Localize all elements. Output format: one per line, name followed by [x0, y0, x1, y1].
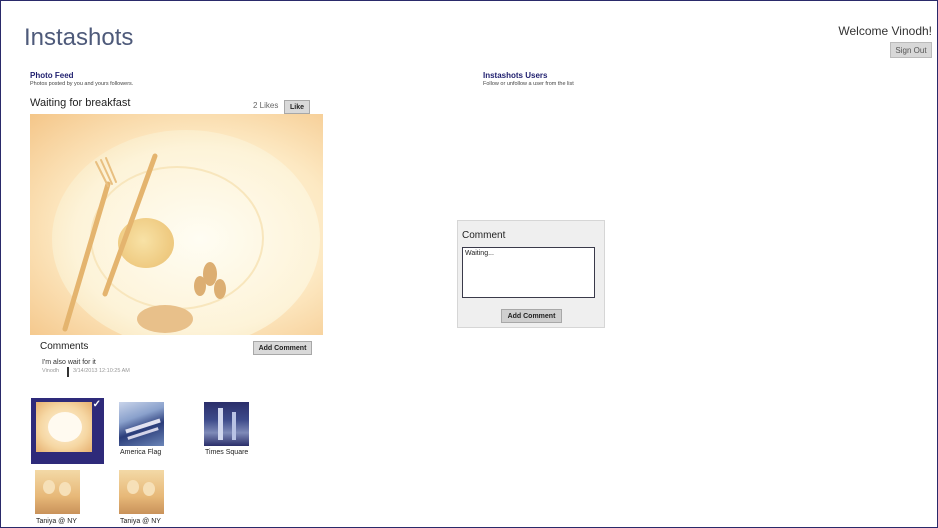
check-icon: ✓ [92, 399, 101, 410]
thumbnail-item[interactable]: ✓ [31, 398, 104, 464]
thumbnail-label: America Flag [120, 449, 162, 456]
comment-divider [67, 367, 69, 377]
photo-feed-title: Photo Feed [30, 71, 74, 80]
comment-dialog-title: Comment [462, 230, 506, 241]
thumbnail-item[interactable]: Times Square [204, 402, 264, 462]
dialog-add-comment-button[interactable]: Add Comment [501, 309, 562, 323]
like-button[interactable]: Like [284, 100, 310, 114]
post-title: Waiting for breakfast [30, 97, 131, 109]
thumbnail-item[interactable]: America Flag [119, 402, 179, 462]
comment-author: Vinodh [42, 368, 60, 374]
post-photo[interactable] [30, 114, 323, 335]
comment-text: I'm also wait for it [42, 359, 96, 366]
comment-timestamp: 3/14/2013 12:10:25 AM [73, 368, 130, 374]
add-comment-button[interactable]: Add Comment [253, 341, 312, 355]
thumbnail-label: Taniya @ NY [36, 518, 77, 525]
thumbnail-image [119, 470, 164, 514]
comments-title: Comments [40, 341, 89, 352]
sign-out-button[interactable]: Sign Out [890, 42, 932, 58]
thumbnail-image [204, 402, 249, 446]
comment-dialog: Comment Add Comment [457, 220, 605, 328]
thumbnail-item[interactable]: Taniya @ NY [35, 470, 95, 528]
thumbnail-image [36, 402, 92, 452]
photo-feed-subtitle: Photos posted by you and yours followers… [30, 81, 134, 87]
thumbnail-item[interactable]: Taniya @ NY [119, 470, 179, 528]
cutlery-shapes [62, 153, 226, 333]
users-panel-subtitle: Follow or unfollow a user from the list [483, 81, 574, 87]
app-title: Instashots [24, 24, 134, 51]
users-panel-title: Instashots Users [483, 71, 548, 80]
thumbnail-image [35, 470, 80, 514]
thumbnail-image [119, 402, 164, 446]
thumbnail-label: Taniya @ NY [120, 518, 161, 525]
thumbnail-label: Times Square [205, 449, 249, 456]
welcome-text: Welcome Vinodh! [838, 24, 932, 38]
likes-count: 2 Likes [253, 101, 279, 110]
comment-input[interactable] [462, 247, 595, 298]
